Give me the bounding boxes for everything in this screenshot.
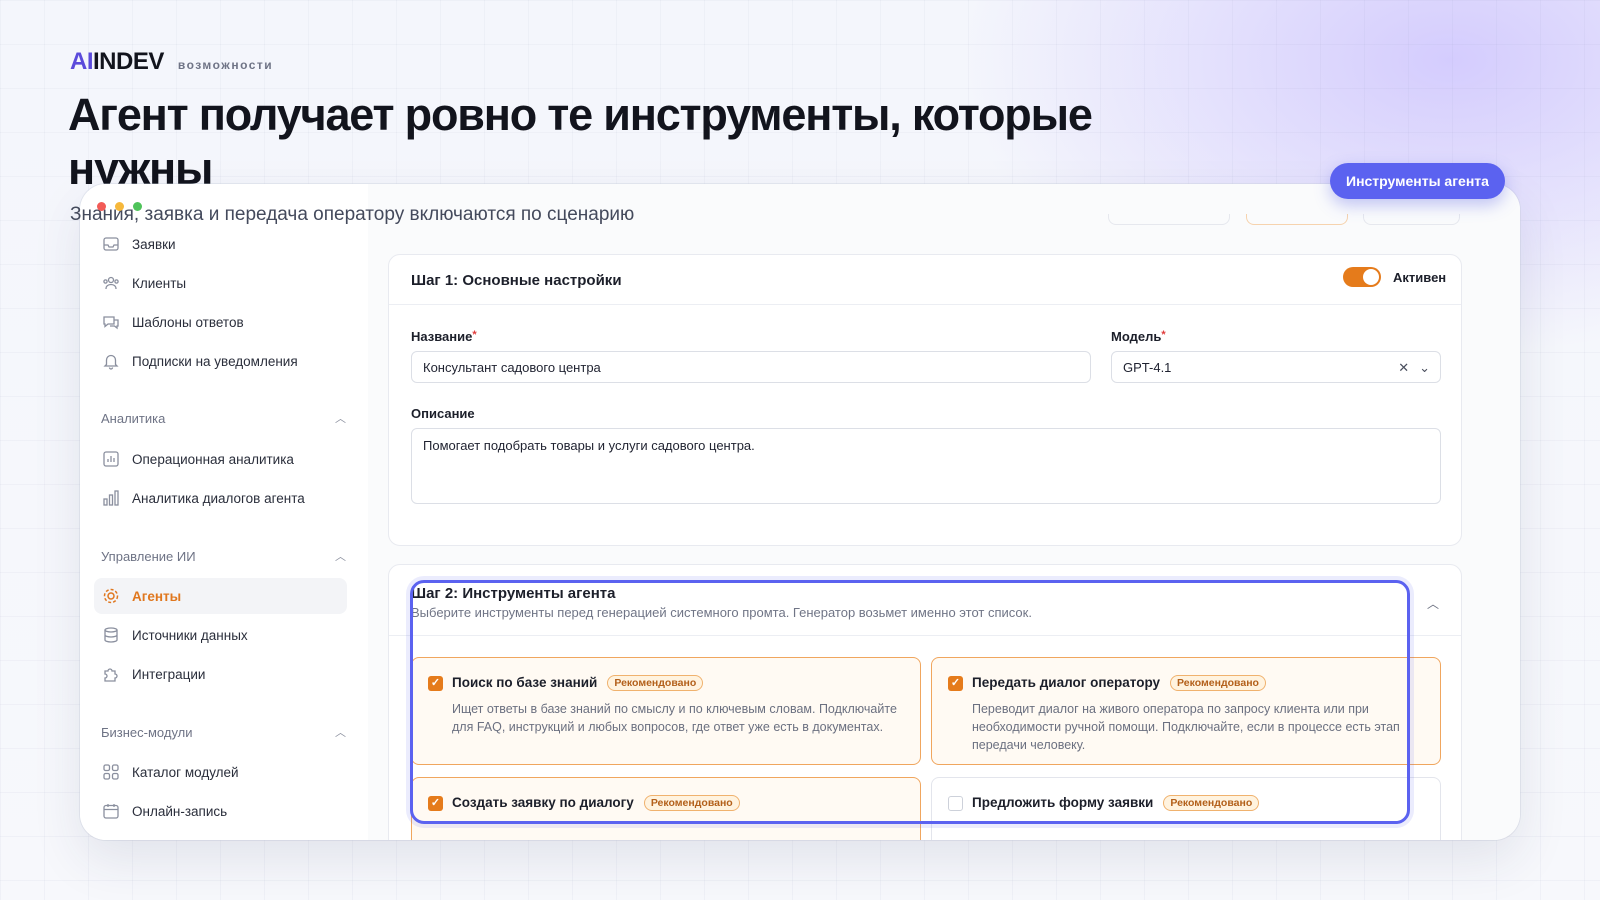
- bar-chart-icon: [100, 487, 122, 509]
- sidebar: Заявки Клиенты Шаблоны ответов Подписки …: [80, 184, 369, 840]
- toolbar-button-ghost: [1246, 214, 1348, 225]
- active-toggle[interactable]: [1343, 267, 1381, 287]
- toolbar-button-ghost: [1363, 214, 1460, 225]
- sidebar-item-requests[interactable]: Заявки: [94, 226, 347, 262]
- inbox-icon: [100, 233, 122, 255]
- section-analytics[interactable]: Аналитика ︿: [101, 410, 346, 426]
- database-icon: [100, 624, 122, 646]
- sidebar-item-templates[interactable]: Шаблоны ответов: [94, 304, 347, 340]
- name-label: Название*: [411, 329, 477, 344]
- section-business-modules[interactable]: Бизнес-модули ︿: [101, 724, 346, 740]
- sidebar-item-dialog-analytics[interactable]: Аналитика диалогов агента: [94, 480, 347, 516]
- model-label: Модель*: [1111, 329, 1166, 344]
- divider: [389, 304, 1461, 305]
- bell-icon: [100, 350, 122, 372]
- step2-highlight-frame: [410, 580, 1410, 824]
- window-controls: [97, 202, 142, 211]
- description-label: Описание: [411, 406, 475, 421]
- chevron-up-icon: ︿: [335, 551, 346, 563]
- logo: AIINDEV: [70, 48, 164, 75]
- model-select[interactable]: GPT-4.1 ✕ ⌄: [1111, 351, 1441, 383]
- users-icon: [100, 272, 122, 294]
- chevron-up-icon: ︿: [335, 413, 346, 425]
- agent-gear-icon: [100, 585, 122, 607]
- step1-title: Шаг 1: Основные настройки: [411, 272, 622, 289]
- name-input[interactable]: Консультант садового центра: [411, 351, 1091, 383]
- agent-tools-pill: Инструменты агента: [1330, 163, 1505, 199]
- sidebar-item-module-catalog[interactable]: Каталог модулей: [94, 754, 347, 790]
- sidebar-item-agents[interactable]: Агенты: [94, 578, 347, 614]
- brand: AIINDEV возможности: [70, 48, 273, 76]
- sidebar-item-operational-analytics[interactable]: Операционная аналитика: [94, 441, 347, 477]
- sidebar-item-clients[interactable]: Клиенты: [94, 265, 347, 301]
- subheadline: Знания, заявка и передача оператору вклю…: [70, 204, 635, 225]
- sidebar-item-integrations[interactable]: Интеграции: [94, 656, 347, 692]
- chevron-down-icon[interactable]: ⌄: [1419, 352, 1430, 384]
- chart-icon: [100, 448, 122, 470]
- close-dot: [97, 202, 106, 211]
- headline: Агент получает ровно те инструменты, кот…: [68, 89, 1093, 194]
- toolbar-button-ghost: [1108, 214, 1230, 225]
- description-textarea[interactable]: Помогает подобрать товары и услуги садов…: [411, 428, 1441, 504]
- chevron-up-icon: ︿: [335, 727, 346, 739]
- section-ai-management[interactable]: Управление ИИ ︿: [101, 548, 346, 564]
- puzzle-icon: [100, 663, 122, 685]
- grid-icon: [100, 761, 122, 783]
- sidebar-item-subscriptions[interactable]: Подписки на уведомления: [94, 343, 347, 379]
- calendar-icon: [100, 800, 122, 822]
- maximize-dot: [133, 202, 142, 211]
- chat-icon: [100, 311, 122, 333]
- chevron-up-icon[interactable]: ︿: [1427, 595, 1439, 612]
- sidebar-item-online-booking[interactable]: Онлайн-запись: [94, 793, 347, 829]
- active-toggle-label: Активен: [1393, 270, 1447, 285]
- sidebar-item-data-sources[interactable]: Источники данных: [94, 617, 347, 653]
- minimize-dot: [115, 202, 124, 211]
- clear-icon[interactable]: ✕: [1398, 352, 1409, 384]
- brand-tag: возможности: [177, 58, 274, 72]
- step1-card: Шаг 1: Основные настройки Активен Назван…: [388, 254, 1462, 546]
